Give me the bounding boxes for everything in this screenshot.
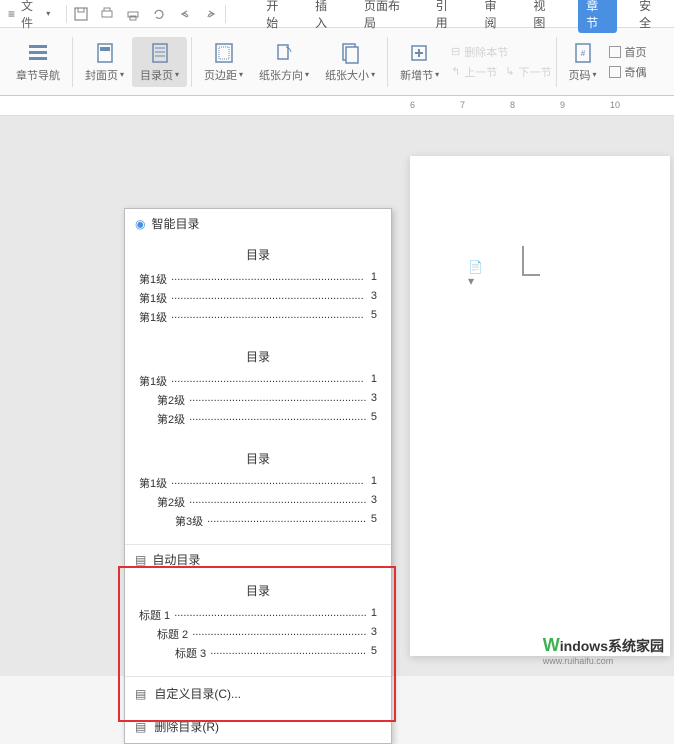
brand-logo: Windows系统家园 www.ruihaifu.com [543,635,664,666]
ribbon-tabs: 开始 插入 页面布局 引用 审阅 视图 章节 安全 [262,0,666,33]
paper-size-icon [338,41,362,65]
first-page-checkbox[interactable]: 首页 [609,44,647,60]
tab-insert[interactable]: 插入 [311,0,342,33]
workspace: 📄▾ ◉ 智能目录 目录 第1级........................… [0,116,674,676]
tab-page-layout[interactable]: 页面布局 [360,0,414,33]
tab-section[interactable]: 章节 [578,0,617,33]
auto-toc-icon: ▤ [135,553,146,567]
separator [66,5,67,23]
divider [72,37,73,87]
toc-dropdown-panel: ◉ 智能目录 目录 第1级...........................… [124,208,392,744]
chevron-down-icon: ▾ [46,9,50,18]
orientation-button[interactable]: 纸张方向▾ [251,41,317,83]
ribbon: 章节导航 封面页▾ 目录页▾ 页边距▾ 纸张方向▾ 纸张大小▾ 新增节▾ ⊟删除… [0,28,674,96]
tab-security[interactable]: 安全 [635,0,666,33]
text-cursor [522,246,540,276]
page-number-icon: # [571,41,595,65]
print-preview-icon[interactable] [99,6,115,22]
auto-toc-header: ▤ 自动目录 [125,545,391,574]
divider [387,37,388,87]
custom-toc-icon: ▤ [135,687,146,701]
separator [225,5,226,23]
toc-button[interactable]: 目录页▾ [132,37,187,87]
next-section-button: ↳下一节 [505,64,551,80]
cover-icon [93,41,117,65]
smart-toc-icon: ◉ [135,217,145,231]
print-icon[interactable] [125,6,141,22]
tab-start[interactable]: 开始 [262,0,293,33]
cover-button[interactable]: 封面页▾ [77,41,132,83]
divider [191,37,192,87]
new-section-button[interactable]: 新增节▾ [392,41,447,83]
tab-reference[interactable]: 引用 [432,0,463,33]
margin-icon [212,41,236,65]
odd-even-checkbox[interactable]: 奇偶 [609,64,647,80]
toc-preview-3[interactable]: 目录 第1级..................................… [125,442,391,544]
file-menu[interactable]: 文件 ▾ [21,0,50,31]
prev-icon: ↰ [451,65,460,78]
document-page[interactable] [410,156,670,656]
delete-toc-action[interactable]: ▤ 删除目录(R) [125,710,391,743]
paste-options-icon[interactable]: 📄▾ [468,260,482,276]
hamburger-icon[interactable]: ≡ [8,7,15,21]
delete-toc-icon: ▤ [135,720,146,734]
toc-preview-1[interactable]: 目录 第1级..................................… [125,238,391,340]
page-number-button[interactable]: # 页码▾ [561,41,605,83]
tab-view[interactable]: 视图 [529,0,560,33]
prev-section-button: ↰上一节 [451,64,497,80]
nav-icon [26,41,50,65]
svg-text:#: # [580,49,585,58]
refresh-icon[interactable] [151,6,167,22]
delete-section-icon: ⊟ [451,45,460,58]
next-icon: ↳ [505,65,514,78]
delete-section-button: ⊟删除本节 [451,44,551,60]
paper-size-button[interactable]: 纸张大小▾ [317,41,383,83]
auto-toc-preview[interactable]: 目录 标题 1.................................… [125,574,391,676]
margin-button[interactable]: 页边距▾ [196,41,251,83]
orientation-icon [272,41,296,65]
tab-review[interactable]: 审阅 [481,0,512,33]
section-nav-button[interactable]: 章节导航 [8,41,68,83]
quick-access-toolbar [73,6,219,22]
toc-preview-2[interactable]: 目录 第1级..................................… [125,340,391,442]
divider [556,37,557,87]
top-menu-bar: ≡ 文件 ▾ 开始 插入 页面布局 引用 审阅 视图 章节 安全 [0,0,674,28]
custom-toc-action[interactable]: ▤ 自定义目录(C)... [125,677,391,710]
undo-icon[interactable] [177,6,193,22]
redo-icon[interactable] [203,6,219,22]
smart-toc-header: ◉ 智能目录 [125,209,391,238]
toc-icon [148,41,172,65]
ruler: 6 7 8 9 10 [0,96,674,116]
new-section-icon [408,41,432,65]
save-icon[interactable] [73,6,89,22]
